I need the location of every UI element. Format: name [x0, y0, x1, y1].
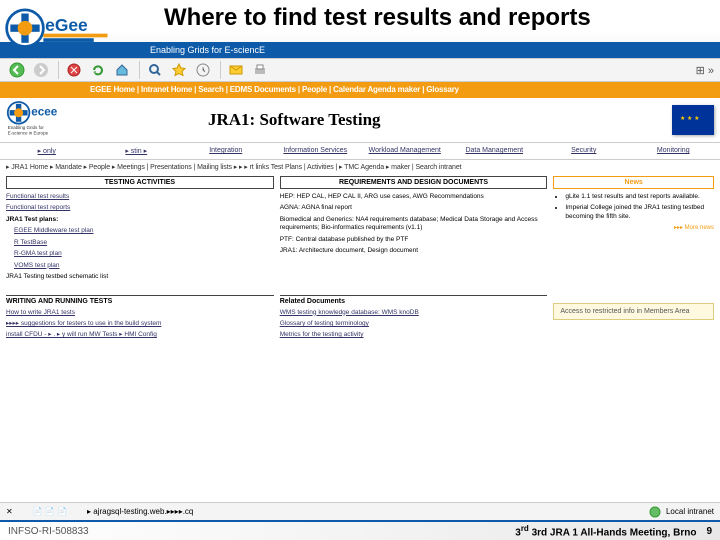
egee-small-logo: ecee Enabling Grids for E-science in Eur…: [6, 100, 78, 140]
list-item[interactable]: AGNA: AGNA final report: [280, 204, 548, 212]
nav-link[interactable]: Integration: [181, 147, 271, 155]
list-item[interactable]: PTF: Central database published by the P…: [280, 236, 548, 244]
home-button[interactable]: [111, 60, 133, 80]
footer-right: 3rd 3rd JRA 1 All-Hands Meeting, Brno: [515, 524, 696, 538]
stop-button[interactable]: [63, 60, 85, 80]
eu-flag-icon: [672, 105, 714, 135]
status-text: 📄 📄 📄: [33, 507, 67, 516]
col-requirements: REQUIREMENTS AND DESIGN DOCUMENTS HEP: H…: [280, 176, 548, 285]
list-item[interactable]: How to write JRA1 tests: [6, 309, 274, 317]
col-related-docs: Related Documents WMS testing knowledge …: [280, 295, 548, 343]
members-area-box[interactable]: Access to restricted info in Members Are…: [553, 303, 714, 320]
list-item[interactable]: ▸▸▸▸ suggestions for testers to use in t…: [6, 320, 274, 328]
secondary-content: WRITING AND RUNNING TESTS How to write J…: [0, 293, 720, 345]
nav-link[interactable]: Information Services: [271, 147, 361, 155]
col-title: News: [553, 176, 714, 189]
col-title: TESTING ACTIVITIES: [6, 176, 274, 189]
col-testing-activities: TESTING ACTIVITIES Functional test resul…: [6, 176, 274, 285]
zone-label: Local intranet: [666, 507, 714, 516]
status-path: ▸ ajragsql-testing.web.▸▸▸▸.cq: [87, 507, 193, 516]
nav-link[interactable]: Data Management: [450, 147, 540, 155]
page-number: 9: [706, 526, 712, 537]
breadcrumb[interactable]: ▸ JRA1 Home ▸ Mandate ▸ People ▸ Meeting…: [0, 160, 720, 174]
col-title: Related Documents: [280, 298, 548, 305]
search-icon[interactable]: [144, 60, 166, 80]
svg-text:ecee: ecee: [31, 106, 58, 119]
nav-link[interactable]: Monitoring: [629, 147, 719, 155]
list-item[interactable]: R TestBase: [6, 239, 274, 247]
col-title: WRITING AND RUNNING TESTS: [6, 298, 274, 305]
browser-toolbar: ⊞ »: [0, 58, 720, 82]
news-item: Imperial College joined the JRA1 testing…: [565, 204, 714, 221]
intranet-icon: [648, 505, 662, 519]
list-item[interactable]: Functional test results: [6, 193, 274, 201]
svg-text:Enabling Grids for: Enabling Grids for: [8, 125, 45, 130]
list-item[interactable]: WMS testing knowledge database: WMS knoD…: [280, 309, 548, 317]
print-icon[interactable]: [249, 60, 271, 80]
security-zone: Local intranet: [648, 505, 714, 519]
list-item: JRA1 Test plans:: [6, 216, 58, 223]
list-item[interactable]: EGEE Middleware test plan: [6, 227, 274, 235]
forward-button[interactable]: [30, 60, 52, 80]
site-top-nav[interactable]: EGEE Home | Intranet Home | Search | EDM…: [0, 82, 720, 98]
list-item[interactable]: Glossary of testing terminology: [280, 320, 548, 328]
nav-link[interactable]: ▸ only: [2, 147, 92, 155]
refresh-button[interactable]: [87, 60, 109, 80]
list-item[interactable]: Biomedical and Generics: NA4 requirement…: [280, 216, 548, 233]
nav-link[interactable]: Security: [539, 147, 629, 155]
mail-icon[interactable]: [225, 60, 247, 80]
nav-link[interactable]: ▸ stin ▸: [92, 147, 182, 155]
status-done-icon: ✕: [6, 507, 13, 516]
slide-footer: INFSO-RI-508833 3rd 3rd JRA 1 All-Hands …: [0, 520, 720, 540]
list-item[interactable]: R-GMA test plan: [6, 250, 274, 258]
col-title: REQUIREMENTS AND DESIGN DOCUMENTS: [280, 176, 548, 189]
list-item[interactable]: JRA1 Testing testbed schematic list: [6, 273, 274, 281]
list-item[interactable]: VOMS test plan: [6, 262, 274, 270]
page-title: JRA1: Software Testing: [208, 110, 381, 130]
back-button[interactable]: [6, 60, 28, 80]
browser-status-bar: ✕ 📄 📄 📄 ▸ ajragsql-testing.web.▸▸▸▸.cq L…: [0, 502, 720, 520]
page-header: ecee Enabling Grids for E-science in Eur…: [0, 98, 720, 142]
list-item[interactable]: Metrics for the testing activity: [280, 331, 548, 339]
main-content: TESTING ACTIVITIES Functional test resul…: [0, 174, 720, 287]
footer-left: INFSO-RI-508833: [8, 526, 89, 537]
favorites-icon[interactable]: [168, 60, 190, 80]
nav-link[interactable]: Workload Management: [360, 147, 450, 155]
list-item[interactable]: install CFDU - ▸ . ▸ y will run MW Tests…: [6, 331, 274, 339]
section-nav[interactable]: ▸ only ▸ stin ▸ Integration Information …: [0, 142, 720, 160]
col-members: Access to restricted info in Members Are…: [553, 295, 714, 343]
col-writing-tests: WRITING AND RUNNING TESTS How to write J…: [6, 295, 274, 343]
col-news: News gLite 1.1 test results and test rep…: [553, 176, 714, 285]
history-icon[interactable]: [192, 60, 214, 80]
list-item[interactable]: JRA1: Architecture document, Design docu…: [280, 247, 548, 255]
slide-title: Where to find test results and reports: [164, 4, 591, 32]
svg-text:E-science in Europe: E-science in Europe: [8, 130, 49, 135]
windows-flag-icon: ⊞ »: [696, 64, 714, 77]
svg-text:eGee: eGee: [45, 15, 88, 35]
list-item[interactable]: HEP: HEP CAL, HEP CAL II, ARG use cases,…: [280, 193, 548, 201]
more-news-link[interactable]: ▸▸▸ More news: [553, 224, 714, 231]
list-item[interactable]: Functional test reports: [6, 204, 274, 212]
egee-logo: eGee: [4, 2, 144, 58]
news-item: gLite 1.1 test results and test reports …: [565, 193, 714, 201]
